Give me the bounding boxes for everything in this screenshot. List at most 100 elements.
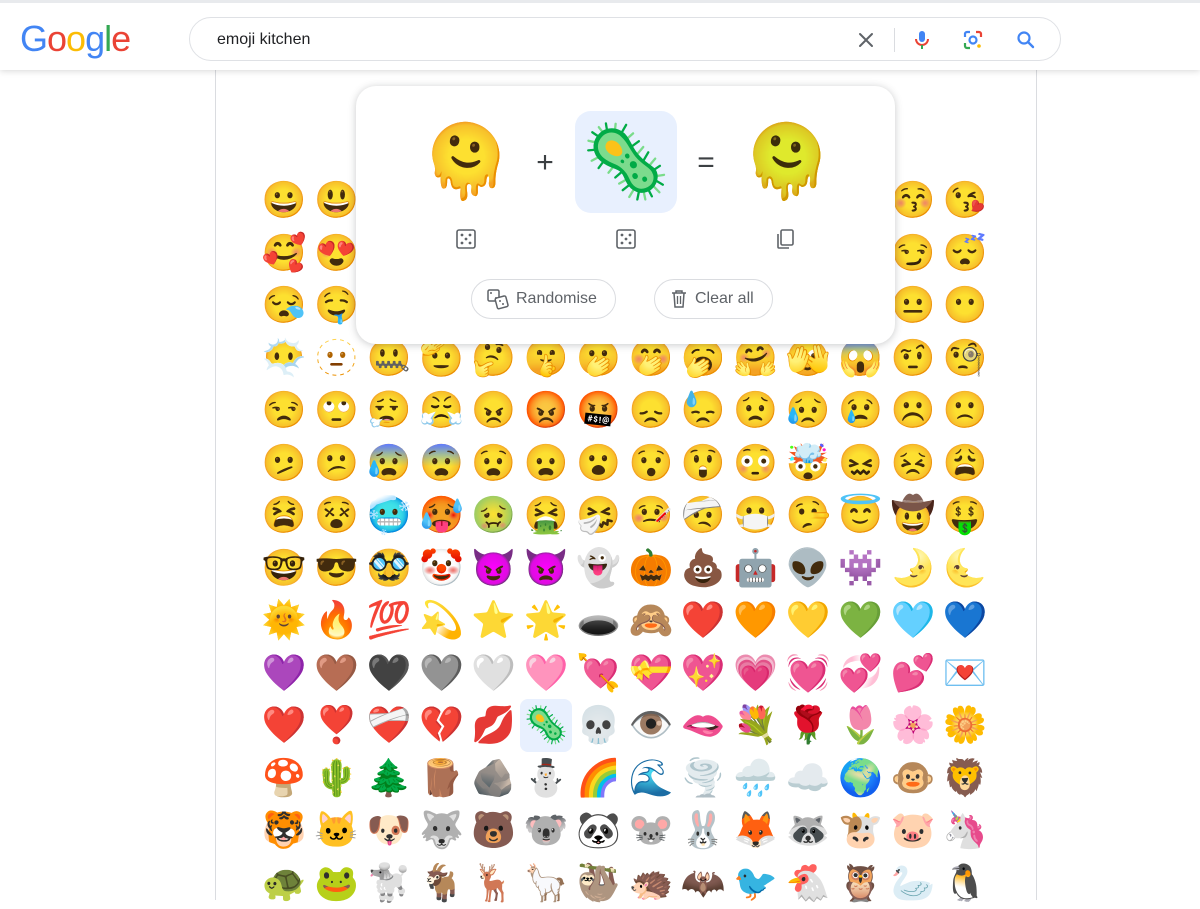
- emoji-cell[interactable]: 🎃: [625, 542, 677, 595]
- emoji-cell[interactable]: 💋: [468, 699, 520, 752]
- emoji-cell[interactable]: 🤎: [310, 647, 362, 700]
- emoji-cell[interactable]: 🤒: [625, 489, 677, 542]
- clear-all-button[interactable]: Clear all: [654, 279, 773, 319]
- emoji-cell[interactable]: 💚: [834, 594, 886, 647]
- emoji-cell[interactable]: 💝: [625, 647, 677, 700]
- emoji-cell[interactable]: 😀: [258, 174, 310, 227]
- emoji-cell[interactable]: 🧐: [939, 332, 991, 385]
- emoji-cell[interactable]: 🦙: [520, 857, 572, 909]
- emoji-cell[interactable]: 🐦: [730, 857, 782, 909]
- emoji-cell[interactable]: 💯: [363, 594, 415, 647]
- emoji-cell[interactable]: 😪: [258, 279, 310, 332]
- emoji-cell[interactable]: 😥: [782, 384, 834, 437]
- emoji-cell[interactable]: 🌲: [363, 752, 415, 805]
- emoji-cell[interactable]: 😒: [258, 384, 310, 437]
- emoji-cell[interactable]: 😧: [468, 437, 520, 490]
- emoji-cell[interactable]: 🐼: [572, 804, 624, 857]
- emoji-cell[interactable]: 💩: [677, 542, 729, 595]
- emoji-cell[interactable]: ⛄: [520, 752, 572, 805]
- emoji-cell[interactable]: 🌸: [887, 699, 939, 752]
- emoji-cell[interactable]: 🤍: [468, 647, 520, 700]
- emoji-cell[interactable]: 🤯: [782, 437, 834, 490]
- emoji-cell[interactable]: 😣: [887, 437, 939, 490]
- emoji-cell[interactable]: 😮: [572, 437, 624, 490]
- emoji-cell[interactable]: 🌪️: [677, 752, 729, 805]
- emoji-cell[interactable]: 👽: [782, 542, 834, 595]
- emoji-cell[interactable]: 🦔: [625, 857, 677, 909]
- emoji-cell[interactable]: 😘: [939, 174, 991, 227]
- emoji-cell[interactable]: 🌛: [887, 542, 939, 595]
- emoji-cell[interactable]: 🤠: [887, 489, 939, 542]
- dice-icon[interactable]: [615, 228, 637, 250]
- emoji-cell[interactable]: 👁️: [625, 699, 677, 752]
- emoji-cell[interactable]: 💓: [782, 647, 834, 700]
- emoji-cell[interactable]: 👾: [834, 542, 886, 595]
- emoji-cell[interactable]: 🤧: [572, 489, 624, 542]
- emoji-cell[interactable]: 🫥: [310, 332, 362, 385]
- emoji-cell[interactable]: 🦇: [677, 857, 729, 909]
- search-box[interactable]: [189, 17, 1061, 61]
- emoji-cell[interactable]: 🐵: [887, 752, 939, 805]
- emoji-cell[interactable]: 🤑: [939, 489, 991, 542]
- emoji-cell[interactable]: 🐰: [677, 804, 729, 857]
- emoji-cell[interactable]: 🙁: [939, 384, 991, 437]
- emoji-cell[interactable]: 🦥: [572, 857, 624, 909]
- mic-icon[interactable]: [910, 28, 934, 52]
- google-logo[interactable]: Google: [20, 19, 130, 59]
- emoji-cell[interactable]: 👿: [520, 542, 572, 595]
- clear-icon[interactable]: [854, 28, 878, 52]
- emoji-cell[interactable]: ☹️: [887, 384, 939, 437]
- emoji-cell[interactable]: 🦉: [834, 857, 886, 909]
- emoji-cell[interactable]: 😓: [677, 384, 729, 437]
- emoji-cell[interactable]: 😍: [310, 227, 362, 280]
- emoji-cell[interactable]: 😡: [520, 384, 572, 437]
- emoji-cell[interactable]: 🐮: [834, 804, 886, 857]
- emoji-cell[interactable]: 🙈: [625, 594, 677, 647]
- emoji-cell[interactable]: 😲: [677, 437, 729, 490]
- emoji-cell[interactable]: 😨: [415, 437, 467, 490]
- emoji-cell[interactable]: 💫: [415, 594, 467, 647]
- emoji-cell[interactable]: 🌵: [310, 752, 362, 805]
- emoji-cell[interactable]: 🐻: [468, 804, 520, 857]
- emoji-cell[interactable]: 😩: [939, 437, 991, 490]
- emoji-cell[interactable]: 🩷: [520, 647, 572, 700]
- emoji-cell[interactable]: 🤥: [782, 489, 834, 542]
- emoji-cell[interactable]: 😕: [310, 437, 362, 490]
- emoji-cell[interactable]: 🩶: [415, 647, 467, 700]
- emoji-cell[interactable]: 🦊: [730, 804, 782, 857]
- emoji-cell[interactable]: 🍄: [258, 752, 310, 805]
- emoji-cell[interactable]: 🐭: [625, 804, 677, 857]
- emoji-cell[interactable]: 🤮: [520, 489, 572, 542]
- emoji-cell[interactable]: 🫤: [258, 437, 310, 490]
- emoji-cell[interactable]: 😶: [939, 279, 991, 332]
- search-input[interactable]: [215, 28, 819, 52]
- emoji-cell[interactable]: 💌: [939, 647, 991, 700]
- emoji-cell[interactable]: 😇: [834, 489, 886, 542]
- emoji-cell[interactable]: 🌹: [782, 699, 834, 752]
- emoji-cell[interactable]: 🐱: [310, 804, 362, 857]
- emoji-cell[interactable]: 😰: [363, 437, 415, 490]
- emoji-cell[interactable]: 🫦: [677, 699, 729, 752]
- emoji-cell[interactable]: 💔: [415, 699, 467, 752]
- emoji-cell[interactable]: 😴: [939, 227, 991, 280]
- emoji-cell[interactable]: 💞: [834, 647, 886, 700]
- emoji-cell[interactable]: 🦢: [887, 857, 939, 909]
- emoji-cell[interactable]: 🐐: [415, 857, 467, 909]
- emoji-cell[interactable]: 🐨: [520, 804, 572, 857]
- emoji-cell[interactable]: 😶‍🌫️: [258, 332, 310, 385]
- emoji-cell[interactable]: 😞: [625, 384, 677, 437]
- emoji-cell[interactable]: ⭐: [468, 594, 520, 647]
- emoji-cell[interactable]: 💙: [939, 594, 991, 647]
- emoji-cell[interactable]: 🩵: [887, 594, 939, 647]
- emoji-cell[interactable]: 💜: [258, 647, 310, 700]
- emoji-cell[interactable]: 🌧️: [730, 752, 782, 805]
- emoji-cell[interactable]: 🪵: [415, 752, 467, 805]
- emoji-cell[interactable]: 🐺: [415, 804, 467, 857]
- emoji-cell[interactable]: 🥵: [415, 489, 467, 542]
- emoji-cell[interactable]: 😵: [310, 489, 362, 542]
- emoji-cell[interactable]: 🌊: [625, 752, 677, 805]
- emoji-cell[interactable]: 🌞: [258, 594, 310, 647]
- emoji-cell[interactable]: 😠: [468, 384, 520, 437]
- emoji-cell[interactable]: 🕳️: [572, 594, 624, 647]
- emoji-cell[interactable]: ☁️: [782, 752, 834, 805]
